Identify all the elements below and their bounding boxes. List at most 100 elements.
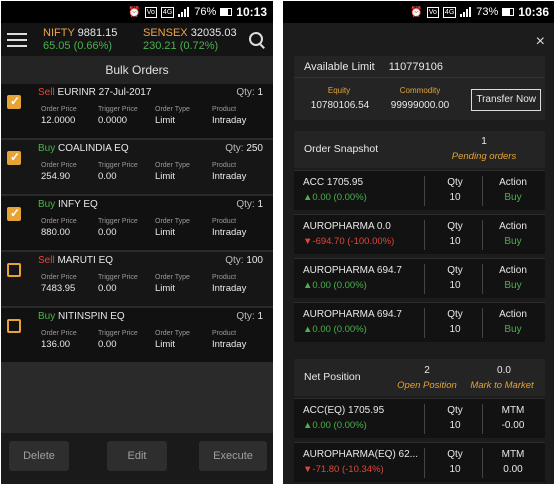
action-header: Action <box>499 177 527 188</box>
bulk-orders-screen: ⏰ Vo 4G 76% 10:13 NIFTY 9881.15 65.05 (0… <box>1 1 273 484</box>
order-instrument: NITINSPIN EQ <box>58 311 125 322</box>
signal-icon <box>460 7 472 17</box>
order-title: Buy NITINSPIN EQ <box>38 311 125 322</box>
snapshot-row[interactable]: AUROPHARMA 694.7 ▲0.00 (0.00%) Qty 10 Ac… <box>294 258 545 298</box>
up-arrow-icon: ▲ <box>303 420 313 431</box>
hamburger-menu-icon[interactable] <box>7 32 27 47</box>
order-checkbox[interactable] <box>7 206 21 221</box>
battery-icon <box>502 8 515 16</box>
battery-icon <box>220 8 233 16</box>
snapshot-row[interactable]: ACC 1705.95 ▲0.00 (0.00%) Qty 10 Action … <box>294 170 545 210</box>
sensex-index[interactable]: SENSEX 32035.03 230.21 (0.72%) <box>143 27 243 53</box>
order-snapshot-header[interactable]: Order Snapshot 1 Pending orders <box>294 131 545 168</box>
order-price: 254.90 <box>41 171 71 182</box>
order-qty: Qty: 1 <box>236 199 263 210</box>
action-value: Buy <box>504 280 522 291</box>
product: Intraday <box>212 283 247 294</box>
order-type-header: Order Type <box>155 218 190 225</box>
up-arrow-icon: ▲ <box>303 192 313 203</box>
instrument-change: ▲0.00 (0.00%) <box>303 280 367 291</box>
order-qty: Qty: 1 <box>236 311 263 322</box>
order-instrument: MARUTI EQ <box>57 255 114 266</box>
qty-header: Qty <box>447 221 463 232</box>
mtm-header: MTM <box>501 449 525 460</box>
qty-value: 1 <box>257 87 263 98</box>
battery-percent: 73% <box>476 6 499 18</box>
order-row[interactable]: Sell EURINR 27-Jul-2017 Qty: 1 Order Pri… <box>1 84 273 138</box>
qty-value: 10 <box>449 192 461 203</box>
signal-icon <box>178 7 190 17</box>
equity-label: Equity <box>327 86 351 95</box>
transfer-now-button[interactable]: Transfer Now <box>471 89 541 111</box>
order-row[interactable]: Buy NITINSPIN EQ Qty: 1 Order Price 136.0… <box>1 308 273 362</box>
instrument-change: ▲0.00 (0.00%) <box>303 324 367 335</box>
product: Intraday <box>212 171 247 182</box>
qty-header: Qty <box>447 309 463 320</box>
change-value: -694.70 (-100.00%) <box>312 236 395 247</box>
order-checkbox[interactable] <box>7 150 21 165</box>
change-value: 0.00 (0.00%) <box>312 192 367 203</box>
mtm-value: -0.00 <box>501 420 525 431</box>
product: Intraday <box>212 339 247 350</box>
order-side: Buy <box>38 143 56 154</box>
order-row[interactable]: Buy INFY EQ Qty: 1 Order Price 880.00 Tri… <box>1 196 273 250</box>
instrument-name: ACC(EQ) 1705.95 <box>303 405 385 416</box>
position-row[interactable]: ACC(EQ) 1705.95 ▲0.00 (0.00%) Qty 10 MTM… <box>294 398 545 438</box>
snapshot-row[interactable]: AUROPHARMA 0.0 ▼-694.70 (-100.00%) Qty 1… <box>294 214 545 254</box>
index-name: SENSEX <box>143 26 188 39</box>
qty-value: 10 <box>449 324 461 335</box>
snapshot-row[interactable]: AUROPHARMA 694.7 ▲0.00 (0.00%) Qty 10 Ac… <box>294 302 545 342</box>
position-row[interactable]: AUROPHARMA(EQ) 62... ▼-71.80 (-10.34%) Q… <box>294 442 545 482</box>
order-qty: Qty: 1 <box>236 87 263 98</box>
order-checkbox[interactable] <box>7 319 21 333</box>
action-value: Buy <box>504 236 522 247</box>
trigger-price-header: Trigger Price <box>98 106 138 113</box>
execute-button[interactable]: Execute <box>199 441 267 471</box>
product-header: Product <box>212 274 237 281</box>
status-bar: ⏰ Vo 4G 73% 10:36 <box>283 1 554 23</box>
available-limit-card: Available Limit 110779106 Equity 1078010… <box>294 56 545 120</box>
order-instrument: INFY EQ <box>58 199 98 210</box>
order-type-header: Order Type <box>155 106 190 113</box>
order-type: Limit <box>155 115 176 126</box>
order-type-header: Order Type <box>155 330 190 337</box>
order-title: Buy COALINDIA EQ <box>38 143 129 154</box>
qty-value: 10 <box>449 464 461 475</box>
available-limit-value: 110779106 <box>388 60 443 73</box>
change-value: 0.00 (0.00%) <box>312 420 367 431</box>
net-position-header[interactable]: Net Position 2 Open Position 0.0 Mark to… <box>294 359 545 396</box>
search-icon[interactable] <box>247 30 267 50</box>
order-type-header: Order Type <box>155 162 190 169</box>
action-header: Action <box>499 221 527 232</box>
trigger-price: 0.00 <box>98 283 117 294</box>
nifty-index[interactable]: NIFTY 9881.15 65.05 (0.66%) <box>43 27 143 53</box>
qty-header: Qty <box>447 177 463 188</box>
action-header: Action <box>499 265 527 276</box>
qty-header: Qty <box>447 265 463 276</box>
equity-value: 10780106.54 <box>310 100 370 111</box>
index-change: 65.05 (0.66%) <box>43 39 113 52</box>
close-icon[interactable]: × <box>536 33 545 51</box>
pending-orders-count: 1 <box>481 136 487 147</box>
trigger-price: 0.0000 <box>98 115 128 126</box>
order-type: Limit <box>155 171 176 182</box>
order-price-header: Order Price <box>41 218 77 225</box>
order-price-header: Order Price <box>41 274 77 281</box>
instrument-change: ▼-71.80 (-10.34%) <box>303 464 384 475</box>
change-value: 0.00 (0.00%) <box>312 324 367 335</box>
order-row[interactable]: Buy COALINDIA EQ Qty: 250 Order Price 254… <box>1 140 273 194</box>
delete-button[interactable]: Delete <box>9 441 69 471</box>
change-value: -71.80 (-10.34%) <box>312 464 384 475</box>
down-arrow-icon: ▼ <box>303 236 313 247</box>
action-bar: Delete Edit Execute <box>1 433 273 484</box>
up-arrow-icon: ▲ <box>303 324 313 335</box>
order-price-header: Order Price <box>41 106 77 113</box>
app-header: NIFTY 9881.15 65.05 (0.66%) SENSEX 32035… <box>1 23 273 56</box>
product: Intraday <box>212 115 247 126</box>
order-checkbox[interactable] <box>7 94 21 109</box>
order-row[interactable]: Sell MARUTI EQ Qty: 100 Order Price 7483.… <box>1 252 273 306</box>
order-checkbox[interactable] <box>7 263 21 277</box>
index-change: 230.21 (0.72%) <box>143 39 219 52</box>
order-type: Limit <box>155 283 176 294</box>
edit-button[interactable]: Edit <box>107 441 167 471</box>
